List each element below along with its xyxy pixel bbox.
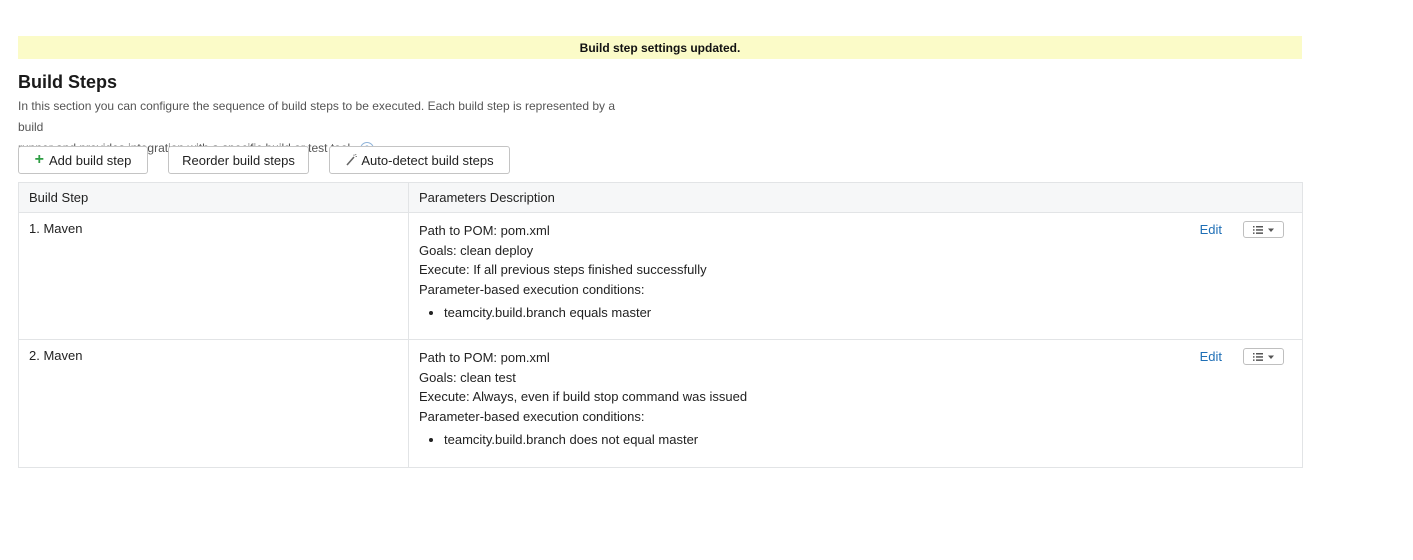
auto-detect-build-steps-button[interactable]: Auto-detect build steps <box>329 146 510 174</box>
column-header-parameters: Parameters Description <box>408 182 1303 213</box>
row-menu-button[interactable] <box>1243 221 1284 239</box>
step-params: Path to POM: pom.xml Goals: clean test E… <box>419 340 1292 449</box>
step-name-cell: 1. Maven <box>18 212 409 340</box>
row-menu-button[interactable] <box>1243 348 1284 366</box>
param-conditions-label: Parameter-based execution conditions: <box>419 408 645 424</box>
step-name[interactable]: 1. Maven <box>29 213 398 236</box>
page-title: Build Steps <box>18 72 118 92</box>
step-params-cell: Path to POM: pom.xml Goals: clean test E… <box>408 339 1303 468</box>
plus-icon: + <box>34 151 44 168</box>
step-params-cell: Path to POM: pom.xml Goals: clean deploy… <box>408 212 1303 340</box>
condition-item: teamcity.build.branch does not equal mas… <box>444 430 1292 449</box>
row-actions: Edit <box>1200 347 1284 367</box>
param-goals: Goals: clean deploy <box>419 242 534 258</box>
auto-detect-build-steps-label: Auto-detect build steps <box>361 152 494 168</box>
success-notice: Build step settings updated. <box>18 36 1302 59</box>
list-menu-icon <box>1252 352 1274 361</box>
param-pom: Path to POM: pom.xml <box>419 223 550 238</box>
step-name-cell: 2. Maven <box>18 339 409 468</box>
edit-link[interactable]: Edit <box>1200 220 1222 240</box>
column-header-build-step: Build Step <box>18 182 409 213</box>
reorder-build-steps-label: Reorder build steps <box>182 152 295 168</box>
description-line-1: In this section you can configure the se… <box>18 99 616 134</box>
param-execute: Execute: If all previous steps finished … <box>419 262 707 277</box>
condition-item: teamcity.build.branch equals master <box>444 303 1292 322</box>
add-build-step-label: Add build step <box>48 152 132 168</box>
reorder-build-steps-button[interactable]: Reorder build steps <box>168 146 309 174</box>
page: Build step settings updated. Build Steps… <box>0 0 1413 560</box>
table-row: 2. Maven Path to POM: pom.xml Goals: cle… <box>18 339 1303 468</box>
step-name[interactable]: 2. Maven <box>29 340 398 363</box>
build-steps-table: Build Step Parameters Description 1. Mav… <box>18 182 1303 468</box>
param-conditions-label: Parameter-based execution conditions: <box>419 281 645 297</box>
conditions-list: teamcity.build.branch does not equal mas… <box>419 430 1292 449</box>
notice-text: Build step settings updated. <box>579 40 741 55</box>
param-execute: Execute: Always, even if build stop comm… <box>419 389 748 404</box>
step-params: Path to POM: pom.xml Goals: clean deploy… <box>419 213 1292 322</box>
add-build-step-button[interactable]: + Add build step <box>18 146 148 174</box>
table-row: 1. Maven Path to POM: pom.xml Goals: cle… <box>18 212 1303 340</box>
param-pom: Path to POM: pom.xml <box>419 350 550 365</box>
conditions-list: teamcity.build.branch equals master <box>419 303 1292 322</box>
list-menu-icon <box>1252 225 1274 234</box>
edit-link[interactable]: Edit <box>1200 347 1222 367</box>
magic-wand-icon <box>345 153 358 166</box>
param-goals: Goals: clean test <box>419 369 516 385</box>
table-header-row: Build Step Parameters Description <box>18 182 1303 213</box>
row-actions: Edit <box>1200 220 1284 240</box>
